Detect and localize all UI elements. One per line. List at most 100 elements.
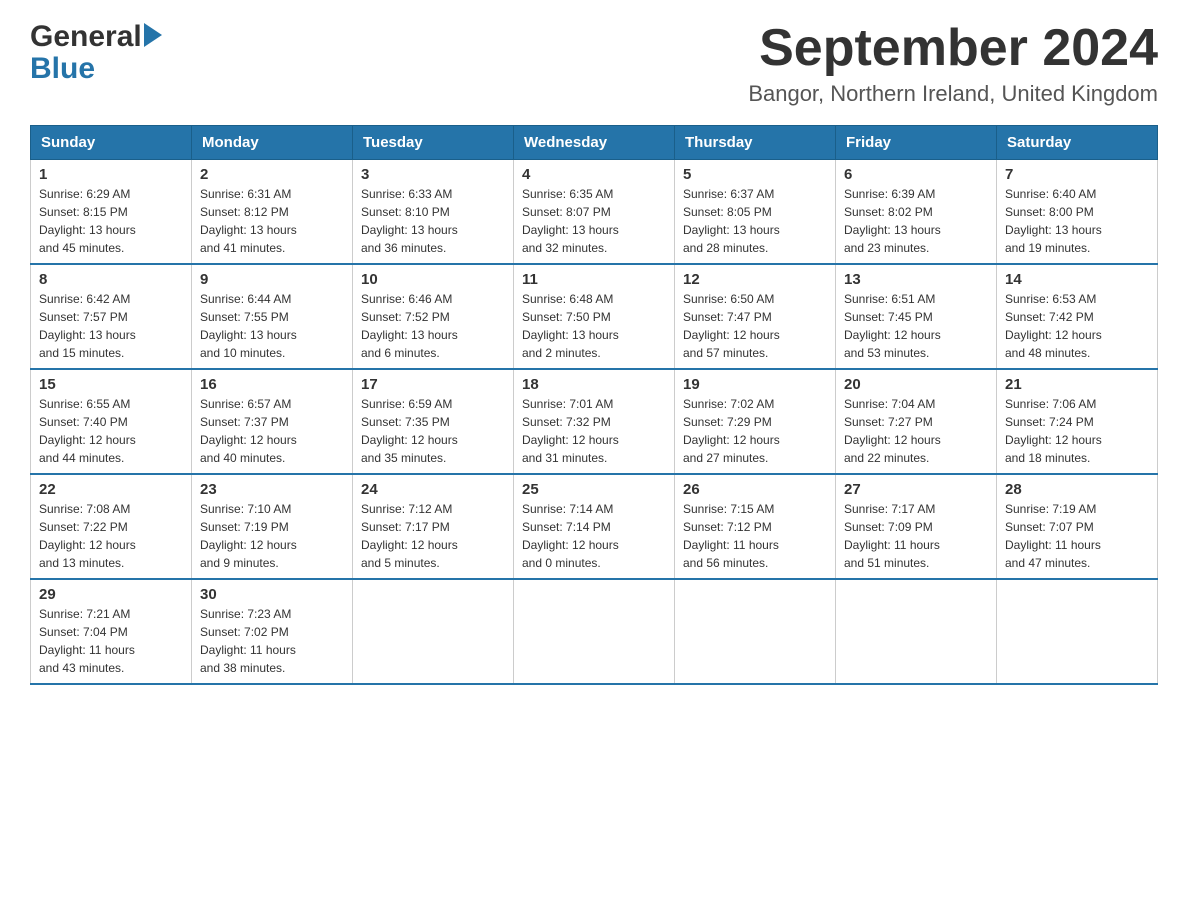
day-number: 12 bbox=[683, 271, 827, 288]
calendar-cell: 11Sunrise: 6:48 AMSunset: 7:50 PMDayligh… bbox=[514, 264, 675, 369]
col-wednesday: Wednesday bbox=[514, 126, 675, 160]
calendar-cell: 26 Sunrise: 7:15 AMSunset: 7:12 PMDayligh… bbox=[675, 474, 836, 579]
title-area: September 2024 Bangor, Northern Ireland,… bbox=[748, 20, 1158, 107]
day-number: 9 bbox=[200, 271, 344, 288]
calendar-cell: 1 Sunrise: 6:29 AMSunset: 8:15 PMDaylight… bbox=[31, 160, 192, 265]
day-info: Sunrise: 7:15 AMSunset: 7:12 PMDaylight:… bbox=[683, 500, 827, 572]
logo-blue-text: Blue bbox=[30, 54, 95, 84]
day-info: Sunrise: 6:59 AMSunset: 7:35 PMDaylight:… bbox=[361, 395, 505, 467]
col-saturday: Saturday bbox=[997, 126, 1158, 160]
calendar-cell: 2 Sunrise: 6:31 AMSunset: 8:12 PMDaylight… bbox=[192, 160, 353, 265]
day-number: 30 bbox=[200, 586, 344, 603]
calendar-cell: 15 Sunrise: 6:55 AMSunset: 7:40 PMDayligh… bbox=[31, 369, 192, 474]
day-number: 3 bbox=[361, 166, 505, 183]
calendar-cell bbox=[353, 579, 514, 684]
day-number: 21 bbox=[1005, 376, 1149, 393]
calendar-week-4: 22Sunrise: 7:08 AMSunset: 7:22 PMDayligh… bbox=[31, 474, 1158, 579]
calendar-cell bbox=[997, 579, 1158, 684]
day-info: Sunrise: 6:40 AMSunset: 8:00 PMDaylight:… bbox=[1005, 185, 1149, 257]
day-number: 25 bbox=[522, 481, 666, 498]
day-info: Sunrise: 6:31 AMSunset: 8:12 PMDaylight:… bbox=[200, 185, 344, 257]
day-info: Sunrise: 6:57 AMSunset: 7:37 PMDaylight:… bbox=[200, 395, 344, 467]
day-info: Sunrise: 7:06 AMSunset: 7:24 PMDaylight:… bbox=[1005, 395, 1149, 467]
day-number: 29 bbox=[39, 586, 183, 603]
calendar-cell: 27Sunrise: 7:17 AMSunset: 7:09 PMDayligh… bbox=[836, 474, 997, 579]
logo-arrow-icon bbox=[144, 23, 162, 47]
day-info: Sunrise: 7:01 AMSunset: 7:32 PMDaylight:… bbox=[522, 395, 666, 467]
day-info: Sunrise: 6:48 AMSunset: 7:50 PMDaylight:… bbox=[522, 290, 666, 362]
col-tuesday: Tuesday bbox=[353, 126, 514, 160]
calendar-cell: 14Sunrise: 6:53 AMSunset: 7:42 PMDayligh… bbox=[997, 264, 1158, 369]
day-number: 8 bbox=[39, 271, 183, 288]
calendar-cell: 28 Sunrise: 7:19 AMSunset: 7:07 PMDayligh… bbox=[997, 474, 1158, 579]
header: General Blue September 2024 Bangor, Nort… bbox=[30, 20, 1158, 107]
calendar-title: September 2024 bbox=[748, 20, 1158, 77]
calendar-cell: 19 Sunrise: 7:02 AMSunset: 7:29 PMDayligh… bbox=[675, 369, 836, 474]
day-number: 28 bbox=[1005, 481, 1149, 498]
calendar-week-1: 1 Sunrise: 6:29 AMSunset: 8:15 PMDaylight… bbox=[31, 160, 1158, 265]
day-number: 7 bbox=[1005, 166, 1149, 183]
day-number: 20 bbox=[844, 376, 988, 393]
day-info: Sunrise: 6:35 AMSunset: 8:07 PMDaylight:… bbox=[522, 185, 666, 257]
logo-general-text: General bbox=[30, 20, 142, 54]
calendar-cell: 8Sunrise: 6:42 AMSunset: 7:57 PMDaylight… bbox=[31, 264, 192, 369]
calendar-cell: 22Sunrise: 7:08 AMSunset: 7:22 PMDayligh… bbox=[31, 474, 192, 579]
calendar-cell bbox=[514, 579, 675, 684]
day-info: Sunrise: 7:02 AMSunset: 7:29 PMDaylight:… bbox=[683, 395, 827, 467]
day-number: 26 bbox=[683, 481, 827, 498]
day-info: Sunrise: 7:19 AMSunset: 7:07 PMDaylight:… bbox=[1005, 500, 1149, 572]
day-number: 4 bbox=[522, 166, 666, 183]
calendar-cell: 18 Sunrise: 7:01 AMSunset: 7:32 PMDayligh… bbox=[514, 369, 675, 474]
day-info: Sunrise: 7:17 AMSunset: 7:09 PMDaylight:… bbox=[844, 500, 988, 572]
day-info: Sunrise: 6:51 AMSunset: 7:45 PMDaylight:… bbox=[844, 290, 988, 362]
calendar-cell: 24 Sunrise: 7:12 AMSunset: 7:17 PMDayligh… bbox=[353, 474, 514, 579]
day-info: Sunrise: 6:46 AMSunset: 7:52 PMDaylight:… bbox=[361, 290, 505, 362]
logo: General Blue bbox=[30, 20, 162, 84]
day-info: Sunrise: 6:55 AMSunset: 7:40 PMDaylight:… bbox=[39, 395, 183, 467]
calendar-table: Sunday Monday Tuesday Wednesday Thursday… bbox=[30, 125, 1158, 685]
calendar-cell: 3 Sunrise: 6:33 AMSunset: 8:10 PMDaylight… bbox=[353, 160, 514, 265]
calendar-cell: 21 Sunrise: 7:06 AMSunset: 7:24 PMDayligh… bbox=[997, 369, 1158, 474]
day-number: 24 bbox=[361, 481, 505, 498]
day-number: 14 bbox=[1005, 271, 1149, 288]
day-number: 5 bbox=[683, 166, 827, 183]
col-thursday: Thursday bbox=[675, 126, 836, 160]
col-monday: Monday bbox=[192, 126, 353, 160]
day-number: 10 bbox=[361, 271, 505, 288]
day-info: Sunrise: 7:10 AMSunset: 7:19 PMDaylight:… bbox=[200, 500, 344, 572]
calendar-cell: 12 Sunrise: 6:50 AMSunset: 7:47 PMDayligh… bbox=[675, 264, 836, 369]
day-info: Sunrise: 6:33 AMSunset: 8:10 PMDaylight:… bbox=[361, 185, 505, 257]
calendar-week-5: 29 Sunrise: 7:21 AMSunset: 7:04 PMDayligh… bbox=[31, 579, 1158, 684]
calendar-cell: 25Sunrise: 7:14 AMSunset: 7:14 PMDayligh… bbox=[514, 474, 675, 579]
day-number: 6 bbox=[844, 166, 988, 183]
day-info: Sunrise: 6:39 AMSunset: 8:02 PMDaylight:… bbox=[844, 185, 988, 257]
calendar-cell: 23 Sunrise: 7:10 AMSunset: 7:19 PMDayligh… bbox=[192, 474, 353, 579]
day-number: 1 bbox=[39, 166, 183, 183]
calendar-cell: 29 Sunrise: 7:21 AMSunset: 7:04 PMDayligh… bbox=[31, 579, 192, 684]
day-info: Sunrise: 6:44 AMSunset: 7:55 PMDaylight:… bbox=[200, 290, 344, 362]
calendar-cell: 13 Sunrise: 6:51 AMSunset: 7:45 PMDayligh… bbox=[836, 264, 997, 369]
day-number: 18 bbox=[522, 376, 666, 393]
calendar-week-3: 15 Sunrise: 6:55 AMSunset: 7:40 PMDayligh… bbox=[31, 369, 1158, 474]
calendar-cell: 4 Sunrise: 6:35 AMSunset: 8:07 PMDaylight… bbox=[514, 160, 675, 265]
calendar-cell: 30 Sunrise: 7:23 AMSunset: 7:02 PMDayligh… bbox=[192, 579, 353, 684]
day-number: 22 bbox=[39, 481, 183, 498]
day-number: 16 bbox=[200, 376, 344, 393]
calendar-header: Sunday Monday Tuesday Wednesday Thursday… bbox=[31, 126, 1158, 160]
day-info: Sunrise: 6:50 AMSunset: 7:47 PMDaylight:… bbox=[683, 290, 827, 362]
calendar-cell: 6 Sunrise: 6:39 AMSunset: 8:02 PMDaylight… bbox=[836, 160, 997, 265]
day-number: 19 bbox=[683, 376, 827, 393]
day-info: Sunrise: 7:12 AMSunset: 7:17 PMDaylight:… bbox=[361, 500, 505, 572]
day-info: Sunrise: 7:23 AMSunset: 7:02 PMDaylight:… bbox=[200, 605, 344, 677]
calendar-cell: 10 Sunrise: 6:46 AMSunset: 7:52 PMDayligh… bbox=[353, 264, 514, 369]
day-number: 15 bbox=[39, 376, 183, 393]
day-info: Sunrise: 6:37 AMSunset: 8:05 PMDaylight:… bbox=[683, 185, 827, 257]
day-number: 13 bbox=[844, 271, 988, 288]
day-number: 2 bbox=[200, 166, 344, 183]
calendar-cell: 9 Sunrise: 6:44 AMSunset: 7:55 PMDaylight… bbox=[192, 264, 353, 369]
col-sunday: Sunday bbox=[31, 126, 192, 160]
day-info: Sunrise: 7:21 AMSunset: 7:04 PMDaylight:… bbox=[39, 605, 183, 677]
calendar-cell bbox=[675, 579, 836, 684]
day-info: Sunrise: 6:29 AMSunset: 8:15 PMDaylight:… bbox=[39, 185, 183, 257]
day-number: 23 bbox=[200, 481, 344, 498]
